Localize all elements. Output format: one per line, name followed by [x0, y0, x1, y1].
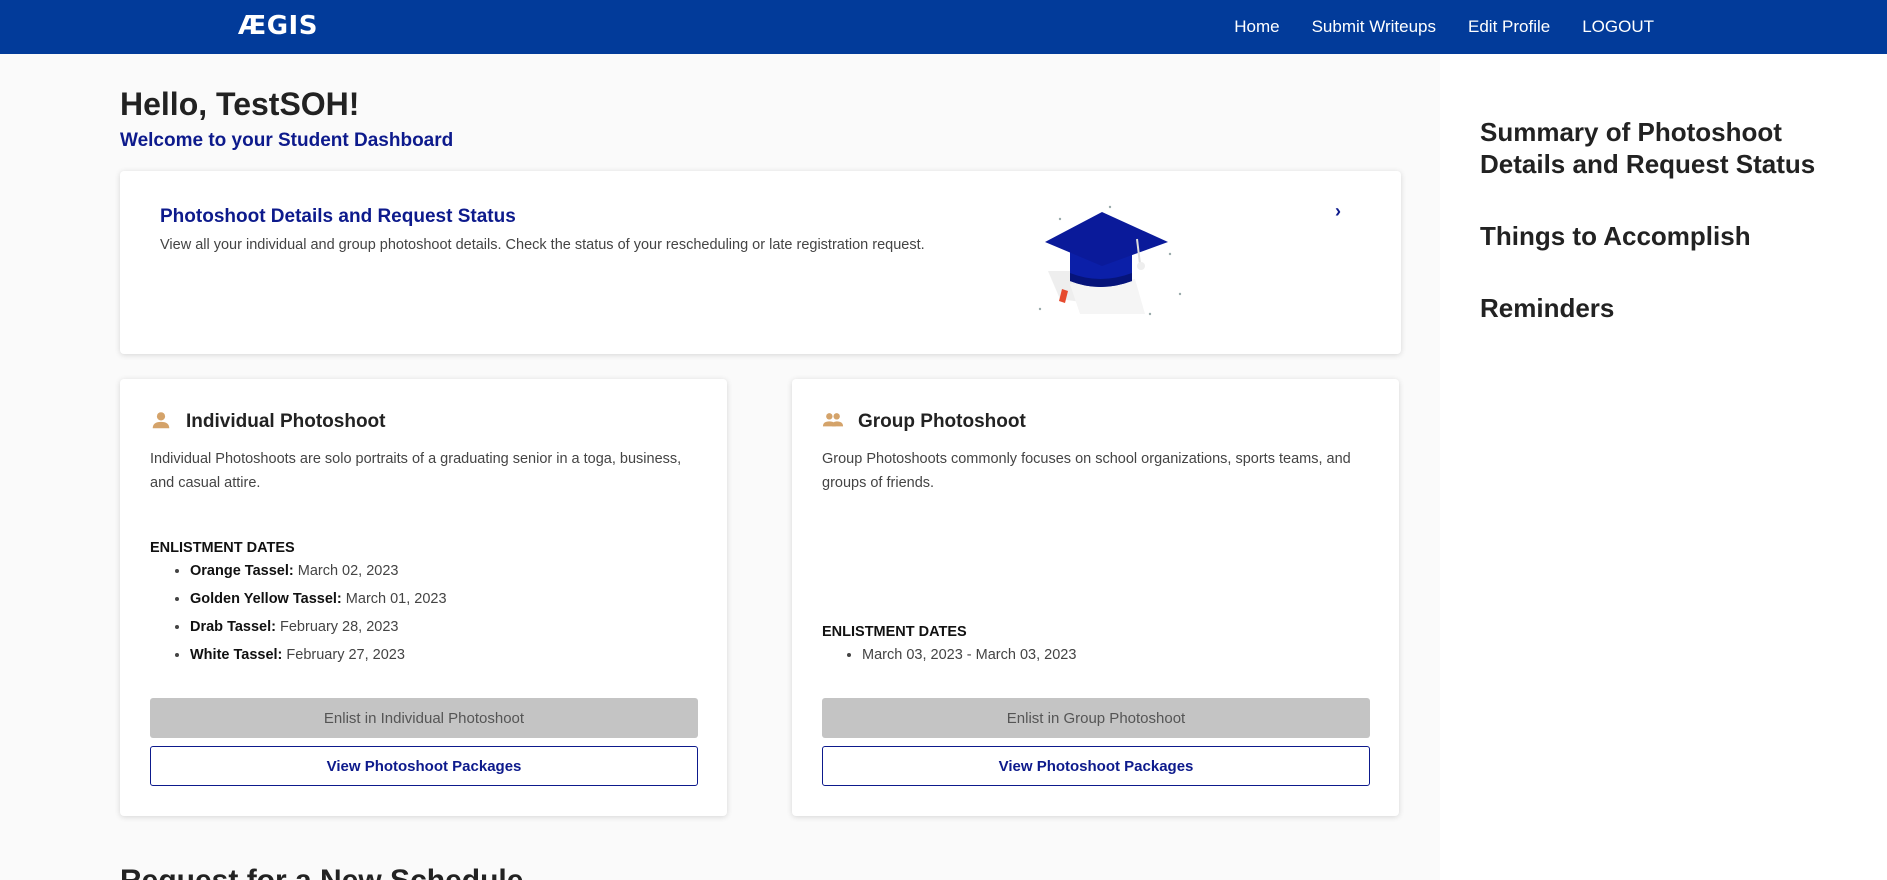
enlist-group-button[interactable]: Enlist in Group Photoshoot [822, 698, 1370, 738]
individual-enlistment-dates-list: Orange Tassel: March 02, 2023 Golden Yel… [190, 557, 447, 669]
group-icon [822, 413, 844, 427]
group-photoshoot-description: Group Photoshoots commonly focuses on sc… [822, 451, 1351, 491]
top-navbar: ÆGIS Home Submit Writeups Edit Profile L… [0, 0, 1887, 54]
chevron-right-icon[interactable]: › [1335, 201, 1341, 222]
individual-photoshoot-title: Individual Photoshoot [186, 411, 386, 432]
sidebar-link-reminders[interactable]: Reminders [1480, 292, 1614, 324]
right-sidebar: Summary of Photoshoot Details and Reques… [1440, 54, 1887, 880]
tassel-label: Golden Yellow Tassel: [190, 591, 342, 607]
list-item: Drab Tassel: February 28, 2023 [190, 613, 447, 641]
graduation-cap-icon [1038, 205, 1182, 316]
nav-edit-profile-link[interactable]: Edit Profile [1468, 17, 1550, 37]
photoshoot-status-card[interactable]: Photoshoot Details and Request Status Vi… [120, 171, 1401, 354]
aegis-logo[interactable]: ÆGIS [238, 11, 318, 41]
view-group-packages-button[interactable]: View Photoshoot Packages [822, 746, 1370, 786]
tassel-label: White Tassel: [190, 647, 283, 663]
nav-logout-link[interactable]: LOGOUT [1582, 17, 1654, 37]
nav-links: Home Submit Writeups Edit Profile LOGOUT [1234, 0, 1654, 54]
request-new-schedule-heading: Request for a New Schedule [120, 864, 523, 880]
group-enlistment-dates-heading: ENLISTMENT DATES [822, 624, 967, 640]
list-item: Golden Yellow Tassel: March 01, 2023 [190, 585, 447, 613]
page-subtitle: Welcome to your Student Dashboard [120, 130, 454, 151]
nav-home-link[interactable]: Home [1234, 17, 1279, 37]
sidebar-link-things-to-accomplish[interactable]: Things to Accomplish [1480, 220, 1751, 252]
status-card-description: View all your individual and group photo… [160, 237, 925, 253]
tassel-date: February 28, 2023 [280, 619, 399, 635]
individual-photoshoot-description: Individual Photoshoots are solo portrait… [150, 451, 682, 491]
group-enlistment-dates-list: March 03, 2023 - March 03, 2023 [862, 641, 1076, 669]
list-item: White Tassel: February 27, 2023 [190, 641, 447, 669]
tassel-date: February 27, 2023 [286, 647, 405, 663]
tassel-date: March 01, 2023 [345, 591, 447, 607]
tassel-label: Orange Tassel: [190, 563, 294, 579]
group-photoshoot-card: Group Photoshoot Group Photoshoots commo… [792, 379, 1399, 816]
enlist-individual-button[interactable]: Enlist in Individual Photoshoot [150, 698, 698, 738]
main-content: Hello, TestSOH! Welcome to your Student … [0, 54, 1440, 880]
list-item: Orange Tassel: March 02, 2023 [190, 557, 447, 585]
view-individual-packages-button[interactable]: View Photoshoot Packages [150, 746, 698, 786]
status-card-title: Photoshoot Details and Request Status [160, 206, 516, 227]
person-icon [152, 412, 170, 429]
nav-submit-writeups-link[interactable]: Submit Writeups [1312, 17, 1436, 37]
page-greeting: Hello, TestSOH! [120, 86, 360, 122]
tassel-label: Drab Tassel: [190, 619, 276, 635]
tassel-date: March 02, 2023 [297, 563, 399, 579]
sidebar-link-summary[interactable]: Summary of Photoshoot Details and Reques… [1480, 116, 1860, 180]
list-item: March 03, 2023 - March 03, 2023 [862, 641, 1076, 669]
individual-enlistment-dates-heading: ENLISTMENT DATES [150, 540, 295, 556]
individual-photoshoot-card: Individual Photoshoot Individual Photosh… [120, 379, 727, 816]
group-photoshoot-title: Group Photoshoot [858, 411, 1026, 432]
